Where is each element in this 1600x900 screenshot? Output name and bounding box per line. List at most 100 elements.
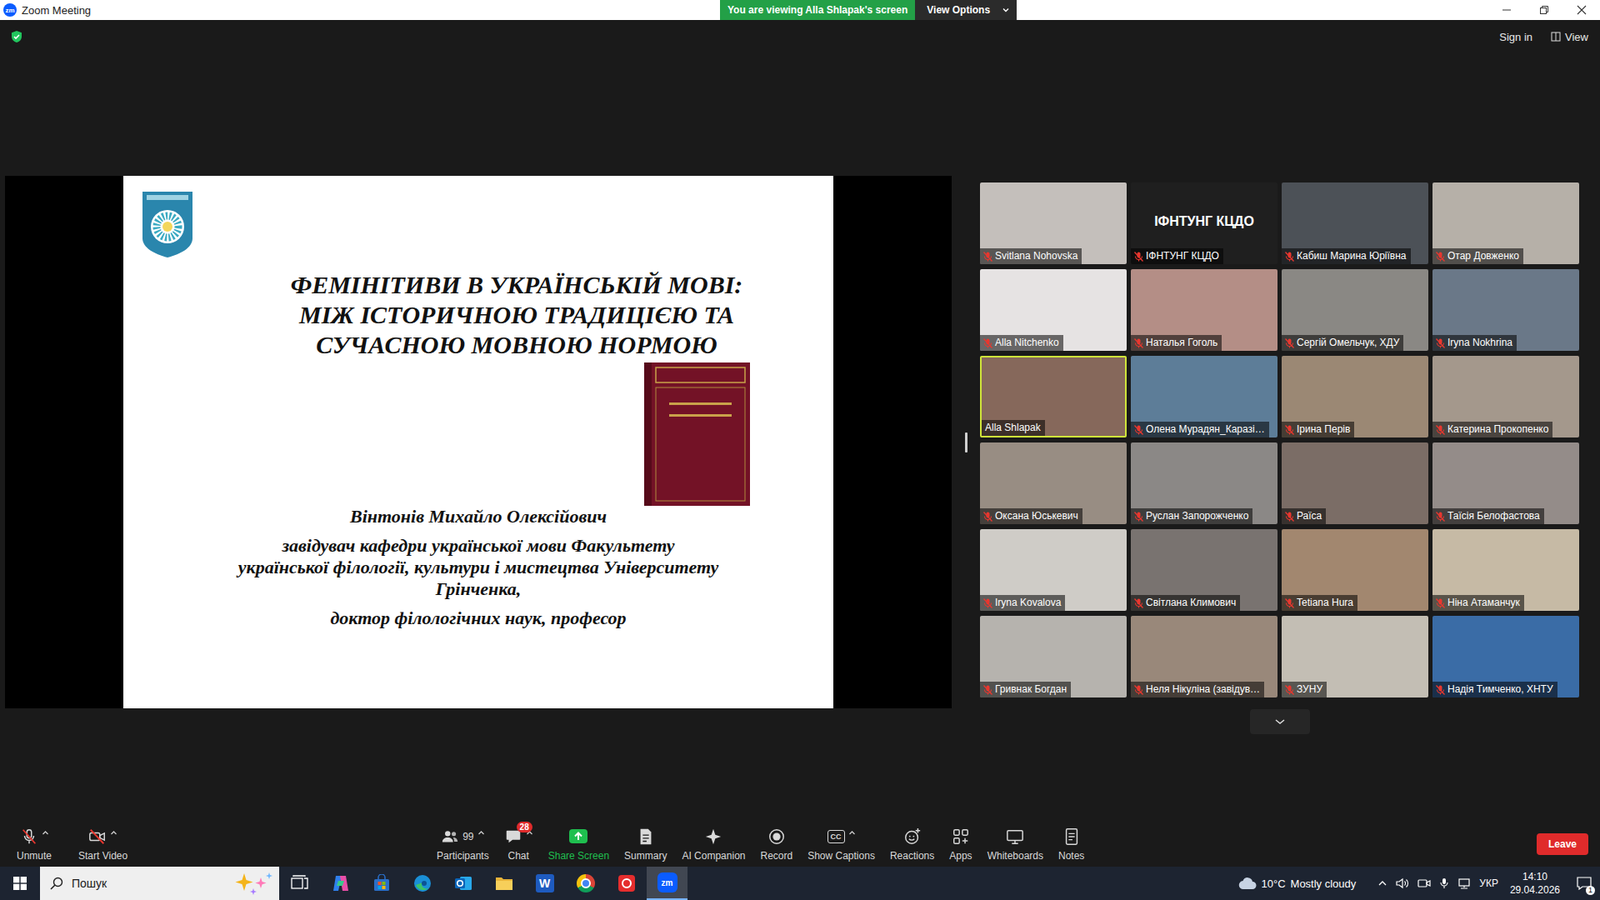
- title-bar: zmZoom MeetingYou are viewing Alla Shlap…: [0, 0, 1600, 20]
- start-button[interactable]: [0, 866, 40, 900]
- participant-name: Неля Нікуліна (завідув…: [1130, 681, 1265, 698]
- toolbar-button[interactable]: Notes: [1055, 826, 1088, 862]
- camera-in-use-icon[interactable]: [1417, 877, 1431, 890]
- toolbar-button[interactable]: Summary: [620, 826, 670, 862]
- participant-tile[interactable]: ЗУНУ: [1281, 615, 1429, 698]
- word-icon: W: [535, 874, 555, 893]
- minimize-button[interactable]: [1487, 0, 1525, 20]
- author-degree: доктор філологічних наук, професор: [140, 607, 817, 630]
- participant-tile[interactable]: Неля Нікуліна (завідув…: [1130, 615, 1278, 698]
- taskbar-app[interactable]: W: [524, 866, 565, 900]
- participant-tile[interactable]: Alla Nitchenko: [980, 269, 1127, 351]
- participant-tile[interactable]: Оксана Юськевич: [980, 442, 1127, 525]
- toolbar-button[interactable]: Apps: [945, 826, 975, 862]
- participant-name: Світлана Климович: [1130, 595, 1240, 611]
- participant-tile[interactable]: Tetiana Hura: [1281, 529, 1429, 611]
- toolbar-button[interactable]: Whiteboards: [984, 826, 1047, 862]
- microphone-icon: [20, 827, 39, 846]
- minimize-icon: [1501, 5, 1512, 15]
- clock[interactable]: 14:1029.04.2026: [1506, 870, 1564, 897]
- security-shield-icon[interactable]: [10, 30, 23, 44]
- cloud-icon: [1238, 876, 1257, 890]
- taskbar-app[interactable]: zm: [646, 866, 688, 900]
- toolbar-button[interactable]: 99Participants: [433, 826, 493, 862]
- participant-tile[interactable]: ІФНТУНГ КЦДОІФНТУНГ КЦДО: [1130, 182, 1278, 265]
- toolbar-button[interactable]: Start Video: [75, 826, 131, 862]
- toolbar-button[interactable]: Unmute: [13, 826, 55, 862]
- taskbar-app[interactable]: [442, 866, 484, 900]
- leave-button[interactable]: Leave: [1536, 833, 1589, 855]
- participant-tile[interactable]: Iryna Kovalova: [980, 529, 1127, 611]
- participant-name: Наталья Гоголь: [1130, 335, 1222, 351]
- sign-in-button[interactable]: Sign in: [1499, 30, 1533, 44]
- screen-share-banner: You are viewing Alla Shlapak's screenVie…: [720, 0, 1017, 20]
- taskbar-app[interactable]: [605, 866, 647, 900]
- taskbar-app[interactable]: [565, 866, 606, 900]
- toolbar-button[interactable]: Share Screen: [545, 826, 613, 862]
- toolbar-button[interactable]: 28Chat: [500, 826, 537, 862]
- participant-tile[interactable]: Ніна Атаманчук: [1432, 529, 1580, 611]
- caret-up-icon[interactable]: [41, 829, 50, 837]
- toolbar-button[interactable]: CCShow Captions: [804, 826, 879, 862]
- taskbar-app[interactable]: [401, 866, 443, 900]
- participant-tile[interactable]: Svitlana Nohovska: [980, 182, 1127, 265]
- close-button[interactable]: [1562, 0, 1600, 20]
- input-language[interactable]: УКР: [1479, 877, 1499, 890]
- participant-name: Кабиш Марина Юріївна: [1281, 248, 1411, 265]
- participant-name: Раїса: [1281, 508, 1326, 525]
- muted-mic-icon: [1134, 251, 1144, 262]
- taskbar-app[interactable]: [320, 866, 361, 900]
- show-hidden-icons-icon[interactable]: [1377, 878, 1388, 889]
- taskbar-app[interactable]: [279, 866, 320, 900]
- participant-tile[interactable]: Руслан Запорожченко: [1130, 442, 1278, 525]
- toolbar-button[interactable]: Reactions: [886, 826, 938, 862]
- caret-up-icon[interactable]: [848, 829, 856, 837]
- taskbar-app[interactable]: [483, 866, 525, 900]
- toolbar-button[interactable]: AI Companion: [678, 826, 749, 862]
- participant-name: ІФНТУНГ КЦДО: [1130, 248, 1224, 265]
- outlook-icon: [454, 874, 473, 893]
- notifications-button[interactable]: 1: [1571, 866, 1597, 900]
- gallery-next-button[interactable]: [1250, 709, 1310, 735]
- taskbar-search[interactable]: Пошук: [40, 866, 280, 900]
- panel-divider[interactable]: [951, 175, 980, 709]
- weather-widget[interactable]: 10°CMostly cloudy: [1238, 876, 1357, 890]
- participant-tile[interactable]: Кабиш Марина Юріївна: [1281, 182, 1429, 265]
- participant-tile[interactable]: Ірина Перів: [1281, 355, 1429, 438]
- participant-tile[interactable]: Сергій Омельчук, ХДУ: [1281, 269, 1429, 351]
- restore-button[interactable]: [1525, 0, 1563, 20]
- participant-tile[interactable]: Світлана Климович: [1130, 529, 1278, 611]
- participant-name: Надія Тимченко, ХНТУ: [1432, 681, 1558, 698]
- participant-name: Ніна Атаманчук: [1432, 595, 1525, 611]
- participant-tile[interactable]: Олена Мурадян_Каразі…: [1130, 355, 1278, 438]
- muted-mic-icon: [983, 338, 993, 349]
- participant-tile[interactable]: Наталья Гоголь: [1130, 269, 1278, 351]
- reactions-icon: [903, 827, 922, 846]
- mic-in-use-icon[interactable]: [1439, 877, 1450, 890]
- caret-up-icon[interactable]: [477, 829, 485, 837]
- toolbar-button[interactable]: Record: [756, 826, 796, 862]
- record-icon: [767, 827, 786, 846]
- participants-icon: [440, 827, 460, 846]
- participant-tile[interactable]: Раїса: [1281, 442, 1429, 525]
- view-button[interactable]: View: [1550, 30, 1589, 44]
- search-highlight-icon: [229, 870, 275, 896]
- participant-tile[interactable]: Отар Довженко: [1432, 182, 1580, 265]
- participant-tile[interactable]: Гривнак Богдан: [980, 615, 1127, 698]
- muted-mic-icon: [1134, 425, 1144, 435]
- speaker-icon[interactable]: [1395, 877, 1410, 890]
- participant-tile[interactable]: Iryna Nokhrina: [1432, 269, 1580, 351]
- shared-screen: ФЕМІНІТИВИ В УКРАЇНСЬКІЙ МОВІ:МІЖ ІСТОРИ…: [5, 175, 952, 709]
- taskbar-app[interactable]: [360, 866, 402, 900]
- network-icon[interactable]: [1457, 877, 1471, 890]
- chevron-down-icon: [1274, 717, 1286, 726]
- participant-name: Alla Shlapak: [981, 420, 1045, 436]
- close-icon: [1576, 5, 1587, 15]
- participant-tile[interactable]: Таїсія Белофастова: [1432, 442, 1580, 525]
- participant-tile[interactable]: Надія Тимченко, ХНТУ: [1432, 615, 1580, 698]
- file-explorer-icon: [495, 875, 514, 892]
- participant-tile[interactable]: Alla Shlapak: [980, 355, 1127, 438]
- participant-tile[interactable]: Катерина Прокопенко: [1432, 355, 1580, 438]
- caret-up-icon[interactable]: [110, 829, 118, 837]
- view-options-button[interactable]: View Options: [915, 0, 1017, 20]
